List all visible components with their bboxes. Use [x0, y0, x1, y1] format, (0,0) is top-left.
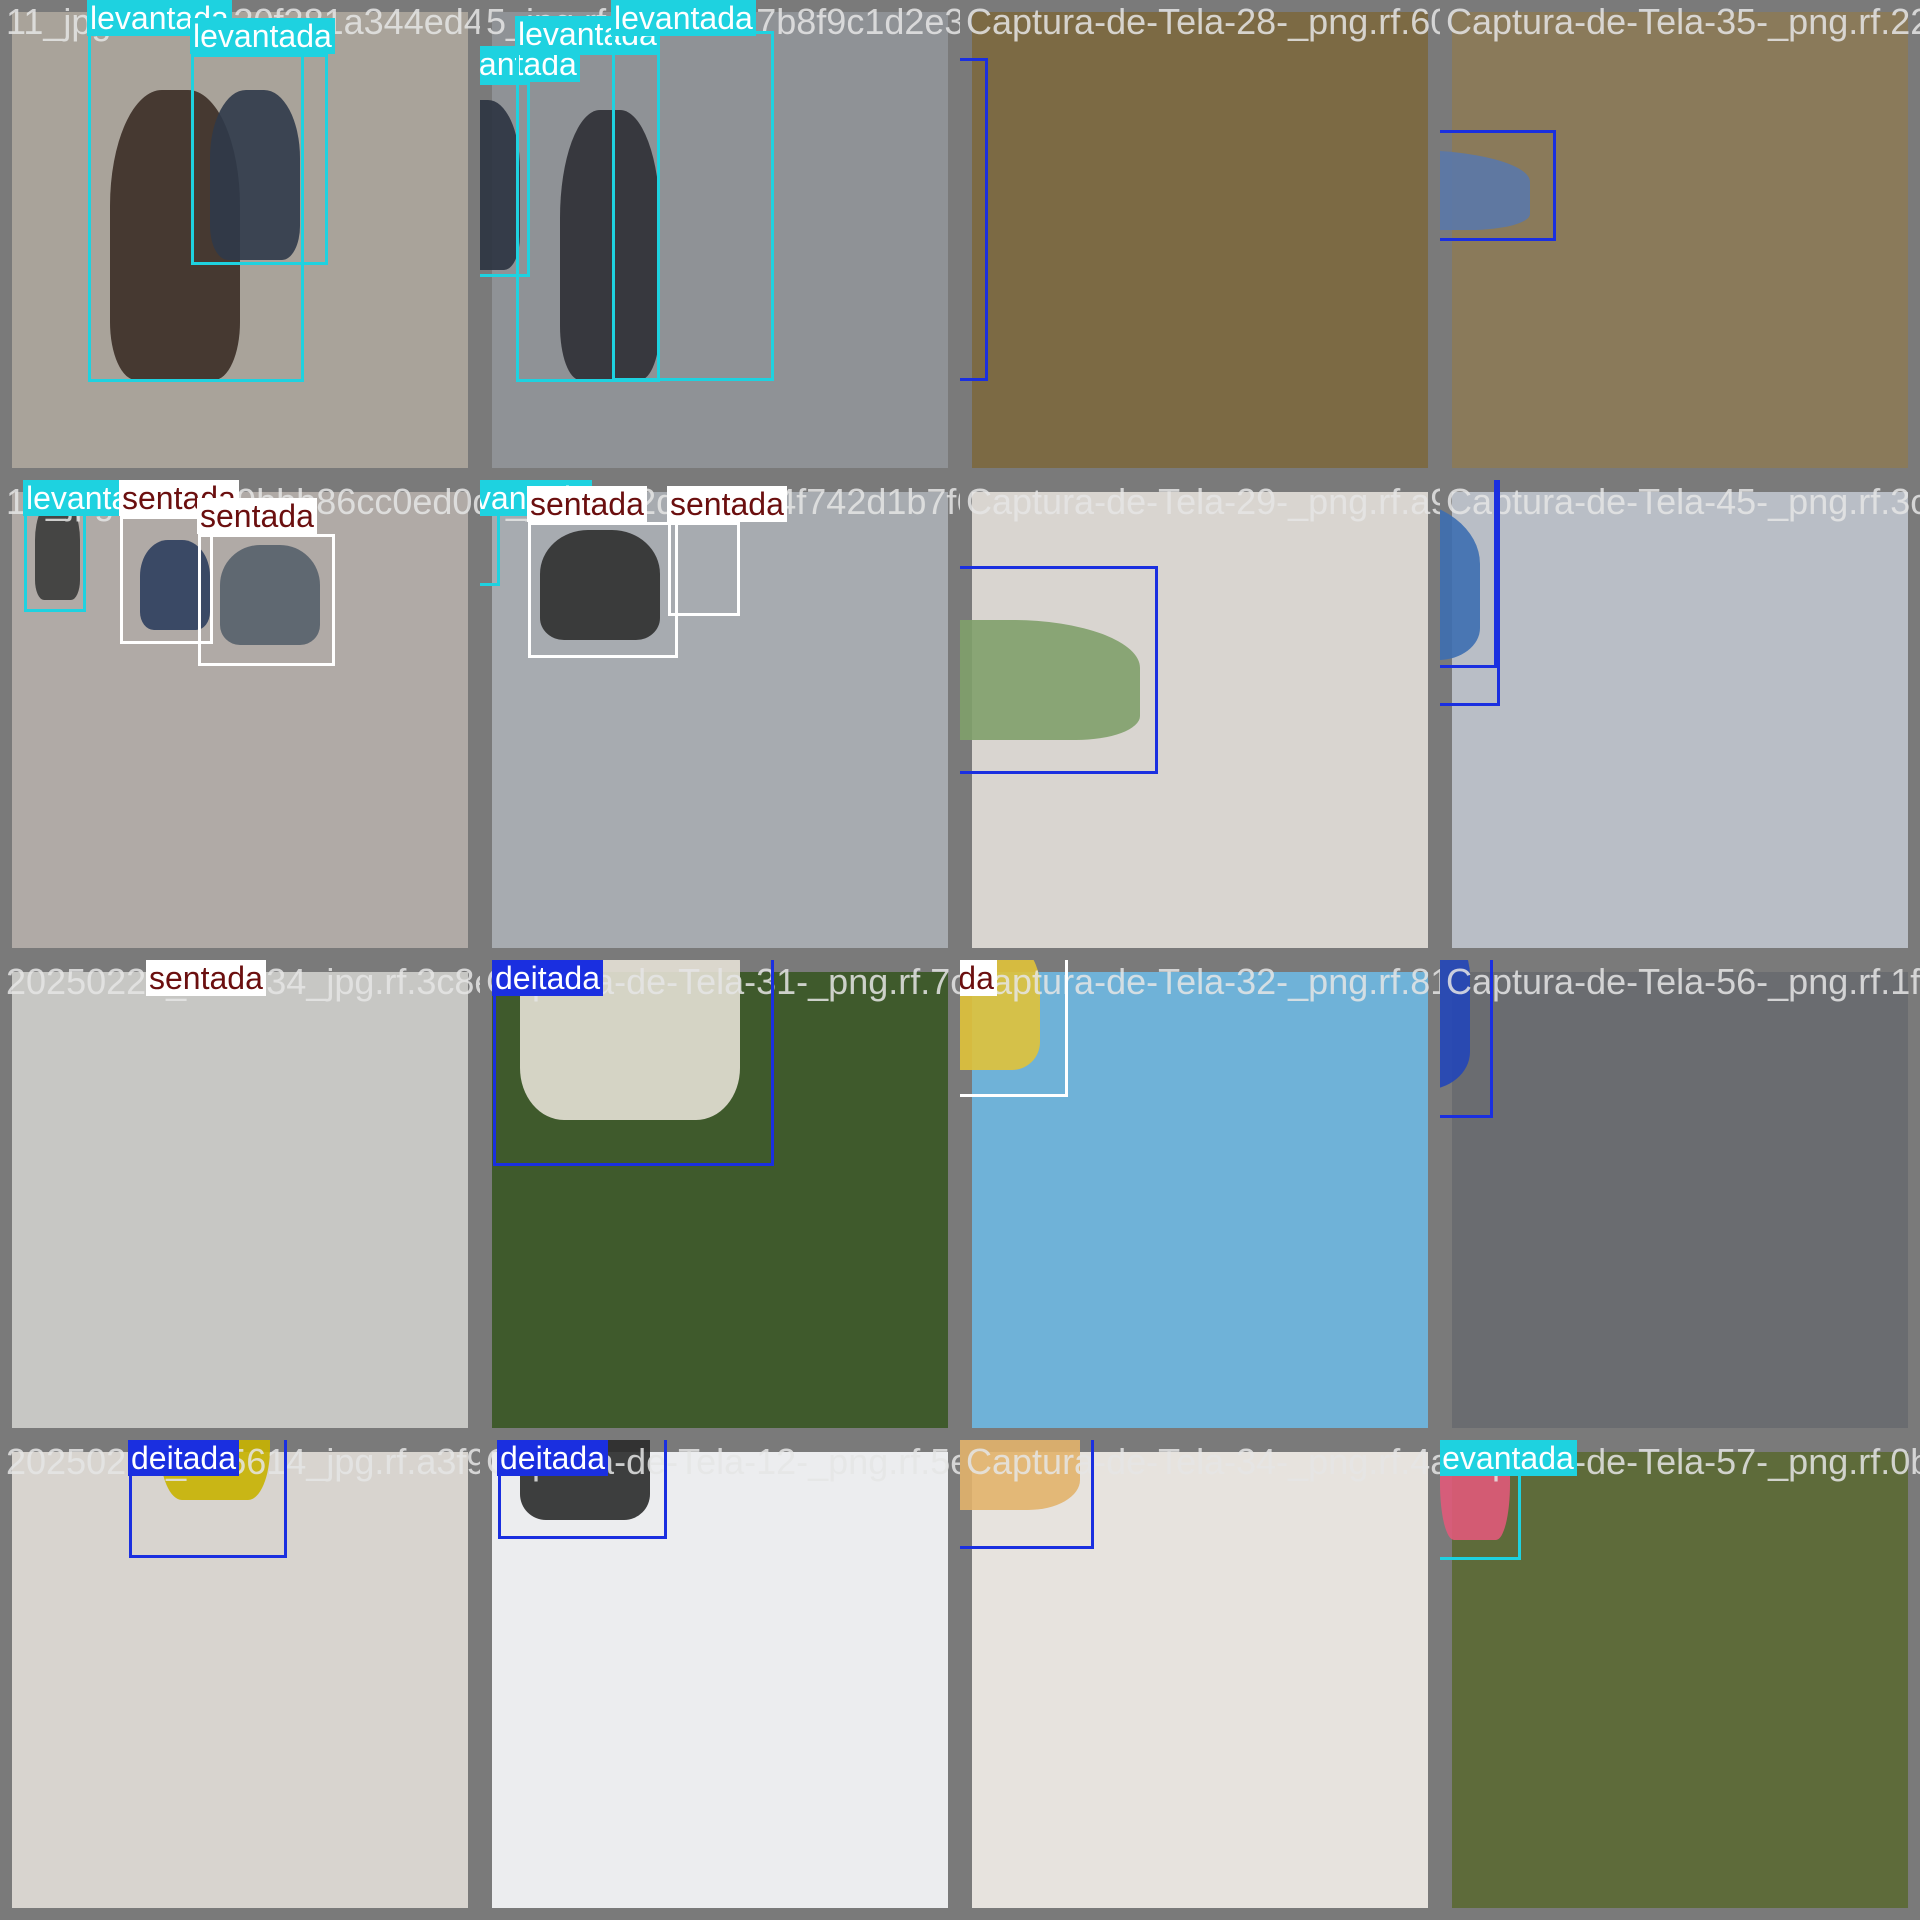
mosaic-tile: Captura-de-Tela-29-_png.rf.a96c1d2e3f4a5…: [960, 480, 1440, 960]
mosaic-tile: Captura-de-Tela-31-_png.rf.7c2a1b3e4f5d6…: [480, 960, 960, 1440]
photo-scene: [1452, 972, 1908, 1428]
bounding-box-deitada: [1440, 480, 1497, 668]
bounding-box-deitada: [1440, 960, 1493, 1118]
bounding-box-sentada: [198, 534, 335, 666]
mosaic-tile: 20250220_145614_jpg.rf.a3f9e1d2c3b4a5f6e…: [0, 1440, 480, 1920]
box-label-deitada: deitada: [492, 960, 603, 996]
box-label-sentada: sentada: [667, 486, 787, 522]
box-label-levantada: levantada: [1440, 1440, 1577, 1476]
box-label-levantada: levantada: [190, 18, 335, 54]
box-label-levantada: levantada: [611, 0, 756, 36]
photo-scene: [12, 972, 468, 1428]
box-label-deitada: deitada: [497, 1440, 608, 1476]
box-label-sentada: sentada: [960, 960, 997, 996]
mosaic-grid: 11_jpg.rf.0e0930f381a344ed456cbdfe13d329…: [0, 0, 1920, 1920]
mosaic-tile: Captura-de-Tela-57-_png.rf.0b1c2d3e4f5a6…: [1440, 1440, 1920, 1920]
bounding-box-levantada: [480, 506, 500, 586]
box-label-sentada: sentada: [146, 960, 266, 996]
box-label-sentada: sentada: [527, 486, 647, 522]
bounding-box-levantada: [612, 31, 774, 381]
bounding-box-deitada: [960, 566, 1158, 774]
mosaic-tile: 5_jpg.rf.61a0e3a7b8f9c1d2e3f4a5b6c7d8e9f…: [480, 0, 960, 480]
box-label-deitada: deitada: [128, 1440, 239, 1476]
mosaic-tile: 6_jpg.rf.a2d2e9214f742d1b7f696cd4e365835…: [480, 480, 960, 960]
bounding-box-sentada: [668, 522, 740, 616]
mosaic-tile: Captura-de-Tela-28-_png.rf.60da7a59eb1e5…: [960, 0, 1440, 480]
mosaic-tile: Captura-de-Tela-35-_png.rf.22a77148063bd…: [1440, 0, 1920, 480]
bounding-box-sentada: [528, 522, 678, 658]
mosaic-tile: Captura-de-Tela-34-_png.rf.4a0d95c2e982f…: [960, 1440, 1440, 1920]
mosaic-tile: 11_jpg.rf.0e0930f381a344ed456cbdfe13d329…: [0, 0, 480, 480]
mosaic-tile: Captura-de-Tela-12-_png.rf.5e4d3c2b1a0fd…: [480, 1440, 960, 1920]
mosaic-tile: Captura-de-Tela-32-_png.rf.81a0c3d2e1f0s…: [960, 960, 1440, 1440]
photo-scene: [972, 12, 1428, 468]
bounding-box-levantada: [191, 54, 328, 265]
bounding-box-deitada: [960, 58, 988, 381]
box-label-sentada: sentada: [197, 498, 317, 534]
mosaic-tile: 12_jpg.rf.40389bbb86cc0ed0d5a1f9e2c3b4a5…: [0, 480, 480, 960]
mosaic-tile: Captura-de-Tela-56-_png.rf.1f2e3d4c5b6ad…: [1440, 960, 1920, 1440]
mosaic-tile: Captura-de-Tela-45-_png.rf.3c4d5e6f7a8b9…: [1440, 480, 1920, 960]
mosaic-tile: 20250220_145534_jpg.rf.3c8e92a1b4c5d6e7f…: [0, 960, 480, 1440]
bounding-box-deitada: [960, 1440, 1094, 1549]
photo-scene: [1452, 492, 1908, 948]
bounding-box-deitada: [1440, 130, 1556, 241]
